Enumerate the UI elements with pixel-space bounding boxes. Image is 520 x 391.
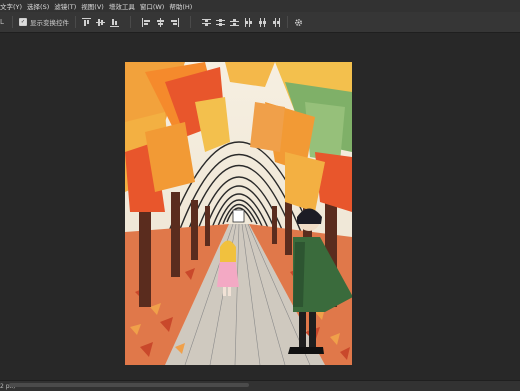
gear-icon[interactable]	[294, 18, 303, 27]
distribute-vcenter-icon[interactable]	[216, 18, 225, 27]
document-canvas[interactable]	[125, 62, 352, 365]
align-vcenter-icon[interactable]	[96, 18, 105, 27]
illustration-autumn-avenue	[125, 62, 352, 365]
menu-plugins[interactable]: 增效工具	[109, 1, 140, 11]
align-hcenter-icon[interactable]	[156, 17, 165, 27]
distribute-top-icon[interactable]	[202, 18, 211, 27]
divider	[287, 16, 288, 28]
show-transform-checkbox[interactable]: ✓	[19, 18, 27, 26]
options-bar: L ✓ 显示变换控件	[0, 12, 520, 33]
show-transform-label[interactable]: 显示变换控件	[30, 17, 69, 27]
menu-view[interactable]: 视图(V)	[81, 1, 109, 11]
distribute-right-icon[interactable]	[272, 17, 281, 27]
menu-filter[interactable]: 滤镜(T)	[54, 1, 81, 11]
distribute-hcenter-icon[interactable]	[258, 17, 267, 27]
menu-select[interactable]: 选择(S)	[27, 1, 54, 11]
divider	[190, 16, 191, 28]
distribute-bottom-icon[interactable]	[230, 18, 239, 27]
menu-bar: 文字(Y) 选择(S) 滤镜(T) 视图(V) 增效工具 窗口(W) 帮助(H)	[0, 0, 520, 12]
divider	[130, 16, 131, 28]
distribute-left-icon[interactable]	[244, 17, 253, 27]
align-bottom-icon[interactable]	[110, 18, 119, 27]
align-left-icon[interactable]	[142, 17, 151, 27]
align-right-icon[interactable]	[170, 17, 179, 27]
align-top-icon[interactable]	[82, 17, 91, 27]
menu-type[interactable]: 文字(Y)	[0, 1, 27, 11]
menu-window[interactable]: 窗口(W)	[140, 1, 170, 11]
divider	[75, 16, 76, 28]
menu-help[interactable]: 帮助(H)	[169, 1, 197, 11]
tool-preset-picker[interactable]: L	[0, 17, 6, 27]
divider	[12, 16, 13, 28]
horizontal-scrollbar[interactable]	[9, 383, 249, 387]
align-group	[82, 16, 281, 28]
